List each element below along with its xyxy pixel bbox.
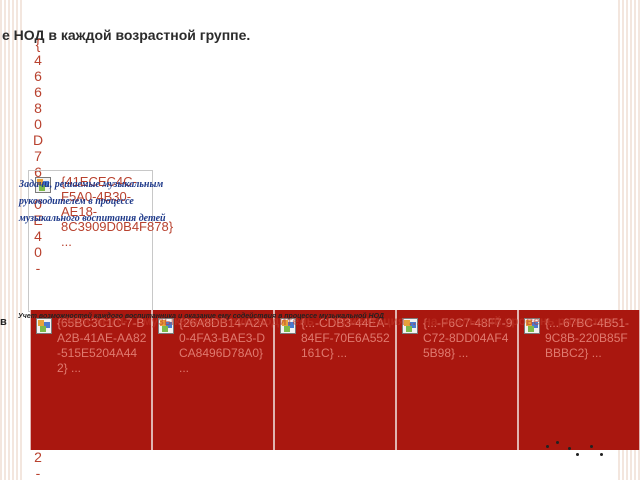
side-word: в (0, 316, 7, 328)
vertical-guid-char: 7 (34, 148, 42, 164)
box-italic-caption: Задачи, решаемые музыкальным руководител… (19, 179, 166, 224)
ornament-dot (556, 441, 559, 444)
vertical-guid-text-bottom: 2 - (31, 449, 45, 481)
ornament-dot (576, 453, 579, 456)
decorative-stripes-left (0, 0, 24, 480)
vertical-guid-char: 8 (34, 100, 42, 116)
vertical-guid-char: - (35, 465, 41, 481)
vertical-guid-char: 4 (34, 52, 42, 68)
ornament-dot (600, 453, 603, 456)
guid-table: {65BC3C1C-7-BA2B-41AE-AA82-515E5204A442}… (30, 310, 640, 450)
italic-caption-line: Учет возможностей каждого воспитанника и… (18, 313, 384, 320)
ornament-dot (546, 445, 549, 448)
table-cell[interactable]: {...-F6C7-48F7-9C72-8DD04AF45B98} ... (396, 310, 518, 450)
table-cell[interactable]: {26A8DB14-A2A0-4FA3-BAE3-DCA8496D78A0} .… (152, 310, 274, 450)
vertical-guid-char: D (32, 132, 44, 148)
vertical-guid-char: 6 (34, 84, 42, 100)
vertical-guid-char: 2 (34, 449, 42, 465)
table-cell[interactable]: {...-CDB3-44EA-84EF-70E6A552161C} ... (274, 310, 396, 450)
diagram-placeholder-icon (36, 318, 52, 334)
decorative-ornament (546, 441, 606, 461)
vertical-guid-char: { (35, 36, 41, 52)
vertical-guid-char: 6 (34, 68, 42, 84)
table-cell[interactable]: {65BC3C1C-7-BA2B-41AE-AA82-515E5204A442}… (30, 310, 152, 450)
table-cell[interactable]: {...-67BC-4B51-9C8B-220B85FBBBC2} ... (518, 310, 640, 450)
ornament-dot (590, 445, 593, 448)
vertical-guid-char: 0 (34, 116, 42, 132)
ornament-dot (568, 447, 571, 450)
